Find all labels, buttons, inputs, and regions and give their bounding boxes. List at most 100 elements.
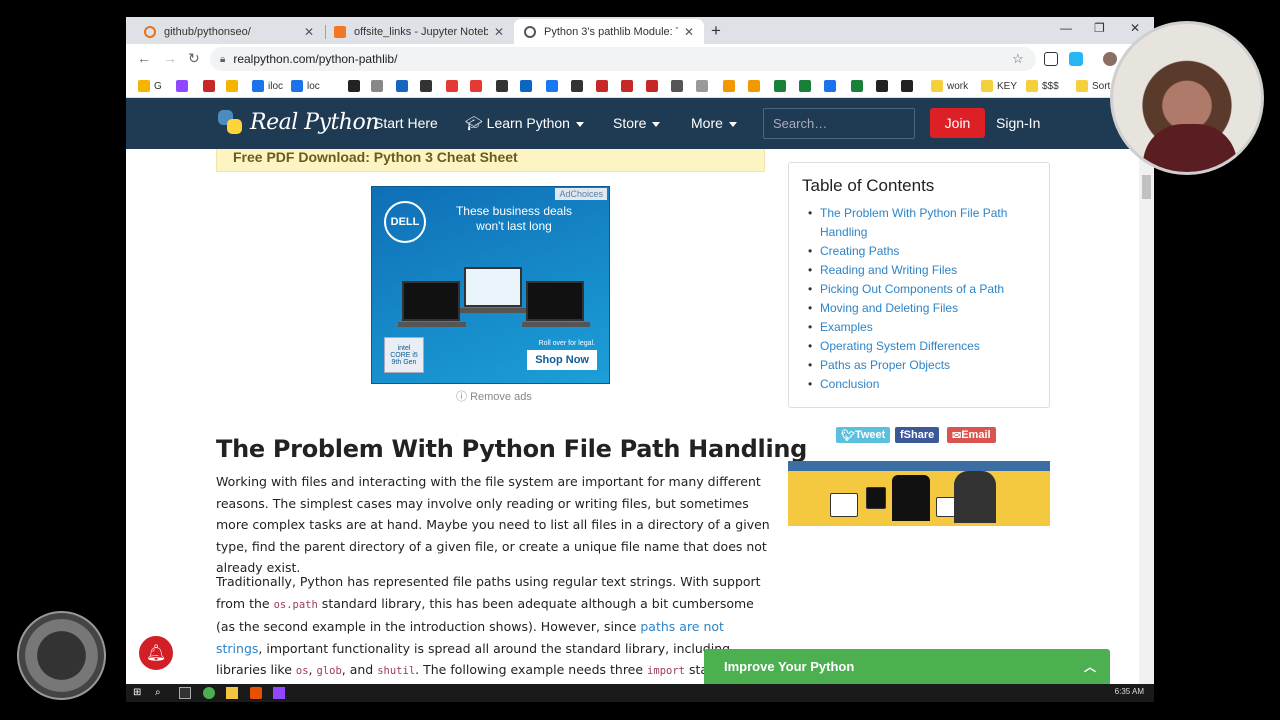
pdf-download-banner[interactable]: Free PDF Download: Python 3 Cheat Sheet — [216, 149, 765, 172]
bookmark-item[interactable] — [723, 78, 739, 94]
scroll-thumb[interactable] — [1142, 175, 1151, 199]
site-search-input[interactable]: Search… — [763, 108, 915, 139]
tab-github[interactable]: github/pythonseo/ ✕ — [134, 19, 324, 44]
caret-down-icon — [575, 121, 584, 127]
search-icon[interactable]: ⌕ — [155, 687, 167, 699]
bookmark-item[interactable] — [371, 78, 387, 94]
close-window-icon[interactable]: ✕ — [1130, 21, 1140, 35]
remove-ads-link[interactable]: ⓘ Remove ads — [456, 388, 532, 404]
toc-item[interactable]: Examples — [808, 318, 1036, 337]
intel-badge: intel CORE i5 9th Gen — [384, 337, 424, 373]
close-tab-icon[interactable]: ✕ — [684, 25, 694, 39]
toc-item[interactable]: Moving and Deleting Files — [808, 299, 1036, 318]
chevron-up-icon[interactable]: ︿ — [1084, 658, 1096, 675]
minimize-icon[interactable]: — — [1060, 21, 1072, 35]
laptop-image — [460, 267, 528, 313]
bookmark-item[interactable] — [646, 78, 662, 94]
bookmark-item[interactable] — [774, 78, 790, 94]
site-logo[interactable]: Real Python — [216, 108, 379, 136]
profile-avatar-icon[interactable] — [1103, 52, 1117, 66]
improve-python-bar[interactable]: Improve Your Python ︿ — [704, 649, 1110, 684]
nav-learn-python[interactable]: 🎓︎ Learn Python — [465, 115, 584, 132]
join-button[interactable]: Join — [930, 108, 985, 138]
bookmark-item[interactable]: $$$ — [1026, 78, 1059, 94]
sign-in-link[interactable]: Sign-In — [996, 115, 1040, 131]
notification-bell-icon[interactable]: 🔔︎ — [137, 634, 175, 672]
tab-jupyter[interactable]: offsite_links - Jupyter Notebook ✕ — [324, 19, 514, 44]
windows-start-icon[interactable]: ⊞ — [133, 687, 145, 699]
bookmark-favicon-icon — [291, 80, 303, 92]
restore-icon[interactable]: ❐ — [1094, 21, 1105, 35]
merch-banner[interactable] — [788, 461, 1050, 526]
jupyter-icon[interactable] — [250, 687, 262, 699]
bookmark-item[interactable] — [420, 78, 436, 94]
site-header: Real Python Start Here 🎓︎ Learn Python S… — [126, 98, 1154, 149]
nav-more[interactable]: More — [691, 115, 737, 131]
bookmark-favicon-icon — [1076, 80, 1088, 92]
bookmark-item[interactable] — [824, 78, 840, 94]
bookmark-item[interactable] — [470, 78, 486, 94]
bookmark-item[interactable] — [696, 78, 712, 94]
bookmark-item[interactable] — [176, 78, 192, 94]
toc-item[interactable]: Picking Out Components of a Path — [808, 280, 1036, 299]
bookmark-item[interactable] — [396, 78, 412, 94]
extension-icon[interactable] — [1044, 52, 1058, 66]
nav-store[interactable]: Store — [613, 115, 661, 131]
bookmark-item[interactable]: iloc — [252, 78, 283, 94]
tab-realpython[interactable]: Python 3's pathlib Module: Tamin ✕ — [514, 19, 704, 44]
email-share-button[interactable]: ✉ Email — [947, 427, 996, 443]
bookmark-item[interactable] — [226, 78, 242, 94]
bookmark-item[interactable] — [851, 78, 867, 94]
file-explorer-icon[interactable] — [226, 687, 238, 699]
toc-item[interactable]: The Problem With Python File Path Handli… — [808, 204, 1036, 242]
bookmark-item[interactable]: KEY — [981, 78, 1017, 94]
bookmark-item[interactable] — [546, 78, 562, 94]
bookmark-item[interactable] — [348, 78, 364, 94]
close-tab-icon[interactable]: ✕ — [304, 25, 314, 39]
bookmark-item[interactable]: work — [931, 78, 968, 94]
nav-start-here[interactable]: Start Here — [374, 115, 438, 131]
bookmark-item[interactable] — [203, 78, 219, 94]
terminal-icon[interactable] — [179, 687, 191, 699]
toc-item[interactable]: Reading and Writing Files — [808, 261, 1036, 280]
bookmark-item[interactable] — [446, 78, 462, 94]
chrome-icon[interactable] — [203, 687, 215, 699]
new-tab-icon[interactable]: + — [711, 21, 721, 41]
bookmark-item[interactable] — [571, 78, 587, 94]
bookmark-item[interactable]: G — [138, 78, 162, 94]
bookmark-item[interactable] — [799, 78, 815, 94]
close-tab-icon[interactable]: ✕ — [494, 25, 504, 39]
reload-icon[interactable]: ↻ — [188, 50, 200, 67]
bookmark-item[interactable] — [520, 78, 536, 94]
bookmark-item[interactable] — [596, 78, 612, 94]
mug-image — [866, 487, 886, 509]
back-icon[interactable]: ← — [137, 50, 151, 66]
address-bar[interactable]: 🔒︎ realpython.com/python-pathlib/ — [210, 47, 1036, 71]
shop-now-button[interactable]: Shop Now — [527, 350, 597, 370]
bookmark-item[interactable]: Sort — [1076, 78, 1110, 94]
extension-icon[interactable] — [1069, 52, 1083, 66]
toc-item[interactable]: Creating Paths — [808, 242, 1036, 261]
url-text: realpython.com/python-pathlib/ — [233, 52, 398, 66]
bookmark-star-icon[interactable]: ☆ — [1012, 51, 1024, 67]
taskbar: ⊞ ⌕ 6:35 AM — [126, 684, 1154, 702]
facebook-share-button[interactable]: f Share — [895, 427, 940, 443]
bookmark-item[interactable] — [748, 78, 764, 94]
bookmark-item[interactable] — [901, 78, 917, 94]
toc-item[interactable]: Operating System Differences — [808, 337, 1036, 356]
bookmark-item[interactable]: loc — [291, 78, 320, 94]
bookmark-item[interactable] — [876, 78, 892, 94]
ad-choices-label[interactable]: AdChoices — [555, 188, 607, 200]
bookmark-item[interactable] — [671, 78, 687, 94]
forward-icon[interactable]: → — [163, 50, 177, 66]
mug-image — [830, 493, 858, 517]
tweet-button[interactable]: 🐦︎ Tweet — [836, 427, 891, 443]
toc-item[interactable]: Conclusion — [808, 375, 1036, 394]
bookmark-item[interactable] — [621, 78, 637, 94]
dell-advertisement[interactable]: AdChoices DELL These business deals won'… — [371, 186, 610, 384]
page-scrollbar[interactable] — [1139, 149, 1154, 684]
dell-logo: DELL — [384, 201, 426, 243]
bookmark-item[interactable] — [496, 78, 512, 94]
twitch-icon[interactable] — [273, 687, 285, 699]
toc-item[interactable]: Paths as Proper Objects — [808, 356, 1036, 375]
